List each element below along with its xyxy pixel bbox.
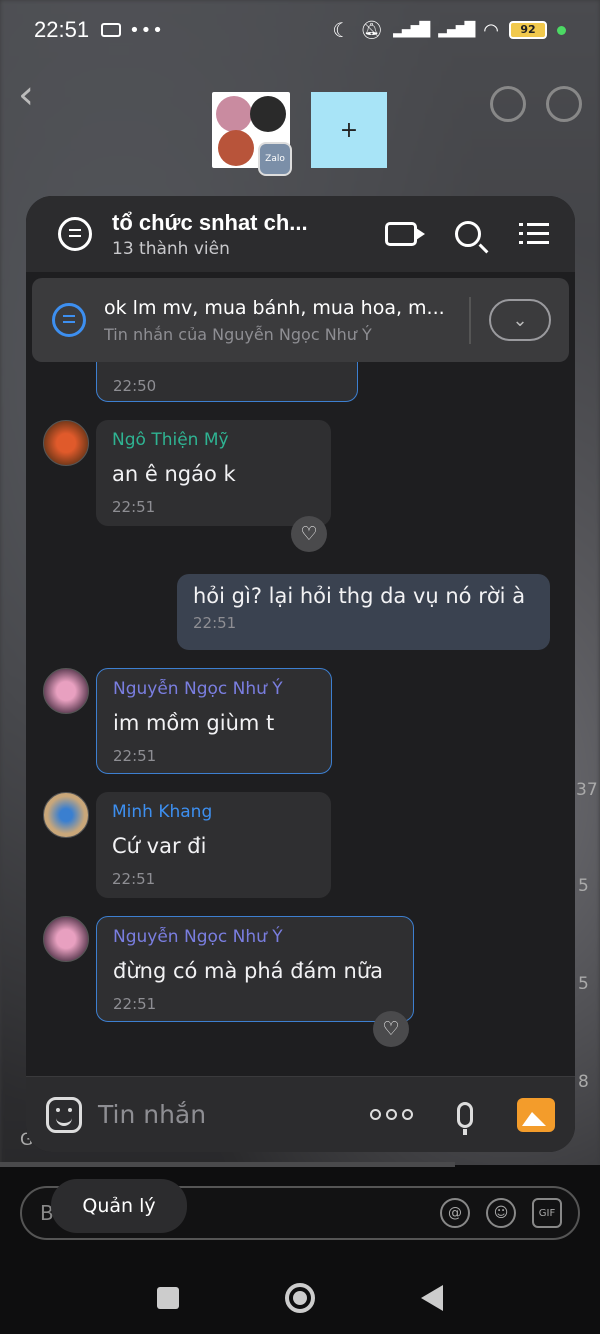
message-text: im mồm giùm t (113, 711, 275, 735)
status-right-icons: ☾ 🔕︎ ▂▄▆█ ▂▄▆█ ◠ 92 (332, 18, 566, 42)
zalo-badge-icon: Zalo (258, 142, 292, 176)
pinned-sender: Tin nhắn của Nguyễn Ngọc Như Ý (104, 324, 372, 344)
input-icons: @ ☺ GIF (440, 1198, 562, 1228)
microphone-icon[interactable] (457, 1101, 473, 1135)
message-bubble[interactable]: Nguyễn Ngọc Như Ý im mồm giùm t 22:51 (96, 668, 332, 774)
bell-off-icon: 🔕︎ (360, 19, 384, 41)
composer-actions (370, 1097, 555, 1135)
message-bubble[interactable]: Nguyễn Ngọc Như Ý đừng có mà phá đám nữa… (96, 916, 414, 1022)
top-nav: ‹ Zalo + (0, 70, 600, 176)
avatar[interactable] (43, 420, 89, 466)
status-time: 22:51 (34, 17, 90, 42)
message-time: 22:50 (113, 377, 157, 395)
gif-icon[interactable]: GIF (532, 1198, 562, 1228)
chevron-down-icon: ⌄ (512, 309, 528, 331)
chat-header-actions (385, 221, 549, 247)
signal-icon: ▂▄▆█ (393, 22, 430, 38)
more-dots-icon: ••• (129, 19, 164, 41)
progress-bar (0, 1162, 455, 1167)
message-text: an ê ngáo k (112, 462, 236, 486)
message-sender: Minh Khang (112, 802, 213, 822)
side-number: 5 (578, 876, 589, 896)
message-time: 22:51 (113, 995, 157, 1013)
chat-header: tổ chức snhat ch... 13 thành viên (26, 196, 575, 272)
avatar[interactable] (43, 792, 89, 838)
side-number: 8 (578, 1072, 589, 1092)
message-input[interactable]: Tin nhắn (98, 1100, 370, 1129)
message-time: 22:51 (112, 498, 156, 516)
side-number: 5 (578, 974, 589, 994)
menu-list-icon[interactable] (519, 222, 549, 246)
pinned-text: ok lm mv, mua bánh, mua hoa, m... (104, 296, 445, 319)
home-icon[interactable] (285, 1283, 315, 1313)
signal-icon: ▂▄▆█ (438, 22, 475, 38)
chat-header-texts[interactable]: tổ chức snhat ch... 13 thành viên (112, 210, 385, 259)
message-bubble-mine[interactable]: hỏi gì? lại hỏi thg da vụ nó rời à 22:51 (177, 574, 550, 650)
side-number: 37 (576, 780, 598, 800)
wifi-icon: ◠ (483, 19, 499, 41)
image-picker-icon[interactable] (517, 1097, 555, 1132)
message-text: hỏi gì? lại hỏi thg da vụ nó rời à (193, 584, 526, 608)
message-bubble[interactable]: Minh Khang Cứ var đi 22:51 (96, 792, 331, 898)
emoji-icon[interactable] (46, 1096, 82, 1133)
message-text: đừng có mà phá đám nữa (113, 959, 384, 983)
chat-panel: tổ chức snhat ch... 13 thành viên 22:50 … (26, 196, 575, 1152)
mention-icon[interactable]: @ (440, 1198, 470, 1228)
nav-right-icons (490, 86, 582, 122)
moon-icon: ☾ (332, 18, 351, 42)
message-sender: Ngô Thiện Mỹ (112, 430, 229, 450)
manage-button[interactable]: Quản lý (51, 1179, 187, 1233)
system-nav-bar (0, 1268, 600, 1328)
heart-react-icon[interactable]: ♡ (291, 516, 327, 552)
dot-icon (557, 25, 566, 35)
recents-icon[interactable] (157, 1287, 179, 1309)
expand-pinned-button[interactable]: ⌄ (489, 299, 551, 341)
message-composer: Tin nhắn (26, 1076, 575, 1152)
message-icon (101, 23, 122, 37)
profile-icon[interactable] (546, 86, 582, 122)
chat-member-count: 13 thành viên (112, 238, 230, 259)
avatar (218, 130, 254, 166)
avatar[interactable] (43, 668, 89, 714)
status-left-icons: ••• (101, 20, 164, 41)
avatar (216, 96, 252, 132)
status-bar: 22:51 ••• ☾ 🔕︎ ▂▄▆█ ▂▄▆█ ◠ 92 (0, 0, 600, 60)
back-icon[interactable] (421, 1285, 443, 1311)
video-call-icon[interactable] (385, 222, 425, 246)
more-options-icon[interactable] (370, 1109, 413, 1120)
search-icon[interactable] (490, 86, 526, 122)
avatar[interactable] (43, 916, 89, 962)
message-bubble[interactable]: Ngô Thiện Mỹ an ê ngáo k 22:51 (96, 420, 331, 526)
battery-icon: 92 (509, 21, 547, 39)
add-thumbnail-button[interactable]: + (311, 92, 387, 168)
back-icon[interactable]: ‹ (18, 72, 34, 118)
message-text: Cứ var đi (112, 834, 207, 858)
heart-react-icon[interactable]: ♡ (373, 1011, 409, 1047)
pinned-texts: ok lm mv, mua bánh, mua hoa, m... Tin nh… (104, 296, 471, 344)
avatar (250, 96, 286, 132)
emoji-icon[interactable]: ☺ (486, 1198, 516, 1228)
message-time: 22:51 (113, 747, 157, 765)
pinned-message[interactable]: ok lm mv, mua bánh, mua hoa, m... Tin nh… (32, 278, 569, 362)
search-icon[interactable] (455, 221, 481, 247)
chat-bubble-icon (58, 217, 92, 251)
message-sender: Nguyễn Ngọc Như Ý (113, 927, 283, 947)
message-time: 22:51 (193, 614, 237, 632)
message-sender: Nguyễn Ngọc Như Ý (113, 679, 283, 699)
pinned-chat-icon (52, 303, 86, 337)
message-time: 22:51 (112, 870, 156, 888)
chat-title: tổ chức snhat ch... (112, 209, 308, 235)
